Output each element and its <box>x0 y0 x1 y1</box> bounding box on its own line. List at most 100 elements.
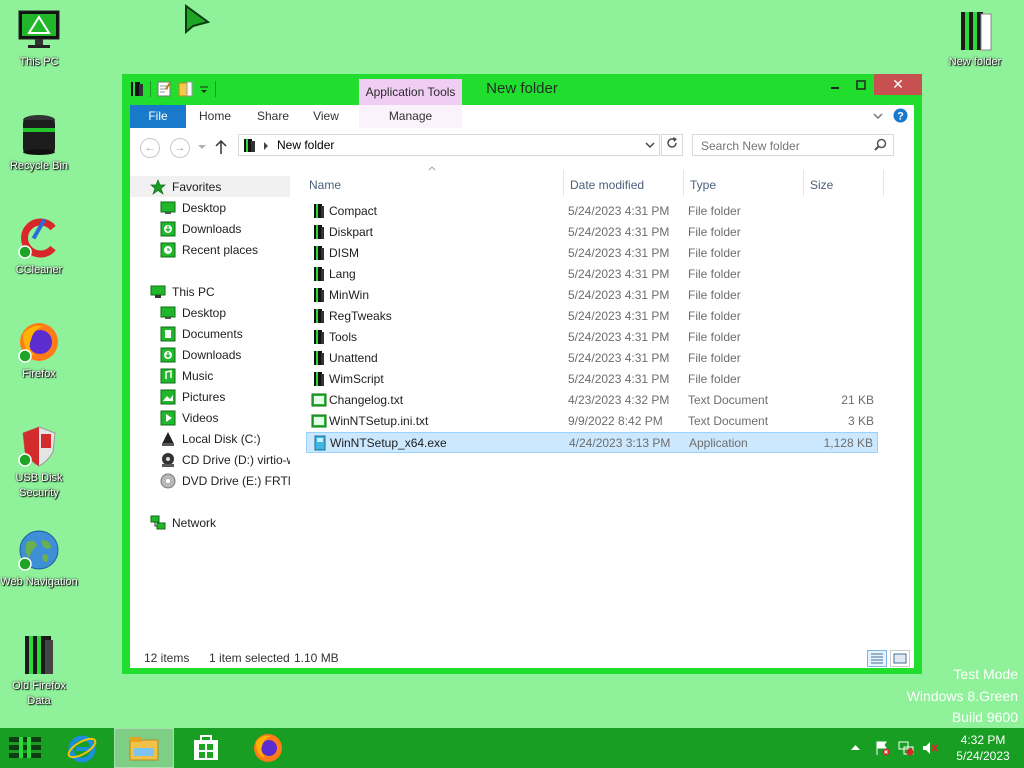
desktop-icon-firefox[interactable]: Firefox <box>0 320 78 382</box>
desktop-icon-ccleaner[interactable]: CCleaner <box>0 216 78 278</box>
desktop-icon-label: Old Firefox Data <box>12 680 66 707</box>
taskbar-internet-explorer[interactable] <box>52 728 112 768</box>
nav-label: Local Disk (C:) <box>182 431 261 446</box>
desktop-icon-new-folder[interactable]: New folder <box>936 8 1014 70</box>
file-row[interactable]: Lang 5/24/2023 4:31 PM File folder <box>306 264 878 285</box>
taskbar-file-explorer[interactable] <box>114 728 174 768</box>
nav-pc-desktop[interactable]: Desktop <box>130 302 290 323</box>
search-input[interactable] <box>699 137 873 155</box>
folder-icon <box>311 203 327 219</box>
desktop-icon-old-firefox-data[interactable]: Old Firefox Data <box>0 632 78 709</box>
address-toolbar: ← → New folder <box>130 128 914 166</box>
file-row[interactable]: Compact 5/24/2023 4:31 PM File folder <box>306 201 878 222</box>
nav-pc-dvd-drive[interactable]: DVD Drive (E:) FRTM <box>130 470 290 491</box>
folder-icon <box>25 636 53 674</box>
address-bar[interactable]: New folder <box>238 134 660 156</box>
file-date-modified: 5/24/2023 4:31 PM <box>568 309 670 323</box>
column-header-date[interactable]: Date modified <box>570 178 644 192</box>
file-date-modified: 5/24/2023 4:31 PM <box>568 351 670 365</box>
taskbar-store[interactable] <box>176 728 236 768</box>
nav-pc-cd-drive[interactable]: CD Drive (D:) virtio-w <box>130 449 290 470</box>
desktop-icon-this-pc[interactable]: This PC <box>0 8 78 70</box>
tab-view[interactable]: View <box>304 105 348 128</box>
clock-time: 4:32 PM <box>960 733 1006 747</box>
nav-pc-documents[interactable]: Documents <box>130 323 290 344</box>
file-row[interactable]: MinWin 5/24/2023 4:31 PM File folder <box>306 285 878 306</box>
explorer-content: Favorites Desktop Downloads Recent place… <box>130 166 914 650</box>
file-row[interactable]: Changelog.txt 4/23/2023 4:32 PM Text Docum… <box>306 390 878 411</box>
desktop-icon-label: New folder <box>948 56 1002 68</box>
file-row[interactable]: WinNTSetup.ini.txt 9/9/2022 8:42 PM Text D… <box>306 411 878 432</box>
nav-favorites[interactable]: Favorites <box>130 176 290 197</box>
taskbar-firefox[interactable] <box>238 728 298 768</box>
file-row[interactable]: DISM 5/24/2023 4:31 PM File folder <box>306 243 878 264</box>
desktop-icon-usb-disk-security[interactable]: USB Disk Security <box>0 424 78 501</box>
nav-favorites-recent-places[interactable]: Recent places <box>130 239 290 260</box>
nav-pc-downloads[interactable]: Downloads <box>130 344 290 365</box>
nav-favorites-desktop[interactable]: Desktop <box>130 197 290 218</box>
back-button[interactable]: ← <box>140 138 160 158</box>
network-status-icon[interactable] <box>898 740 914 756</box>
nav-pc-local-disk[interactable]: Local Disk (C:) <box>130 428 290 449</box>
file-row[interactable]: Unattend 5/24/2023 4:31 PM File folder <box>306 348 878 369</box>
nav-this-pc[interactable]: This PC <box>130 281 290 302</box>
file-row[interactable]: WimScript 5/24/2023 4:31 PM File folder <box>306 369 878 390</box>
expand-ribbon-icon[interactable] <box>873 112 883 120</box>
column-divider[interactable] <box>803 170 804 196</box>
file-list[interactable]: Name Date modified Type Size Compact 5/24… <box>298 166 914 650</box>
column-header-type[interactable]: Type <box>690 178 716 192</box>
column-divider[interactable] <box>563 170 564 196</box>
file-name: Compact <box>329 204 378 218</box>
nav-network[interactable]: Network <box>130 512 290 533</box>
nav-pc-pictures[interactable]: Pictures <box>130 386 290 407</box>
file-name: Tools <box>329 330 358 344</box>
show-hidden-icons-chevron-icon[interactable] <box>851 745 860 751</box>
refresh-button[interactable] <box>661 134 683 156</box>
volume-muted-icon[interactable] <box>922 740 938 756</box>
file-row[interactable]: Diskpart 5/24/2023 4:31 PM File folder <box>306 222 878 243</box>
nav-pc-videos[interactable]: Videos <box>130 407 290 428</box>
breadcrumb-chevron-icon[interactable] <box>263 142 269 150</box>
search-icon[interactable] <box>874 138 887 151</box>
nav-pc-music[interactable]: Music <box>130 365 290 386</box>
minimize-button[interactable] <box>822 74 848 95</box>
title-bar[interactable]: Application Tools New folder ✕ <box>122 74 922 105</box>
column-header-size[interactable]: Size <box>810 178 833 192</box>
maximize-button[interactable] <box>848 74 874 95</box>
desktop-icon-web-navigation[interactable]: Web Navigation <box>0 528 78 590</box>
nav-favorites-downloads[interactable]: Downloads <box>130 218 290 239</box>
close-button[interactable]: ✕ <box>874 74 922 95</box>
nav-label: CD Drive (D:) virtio-w <box>182 452 290 467</box>
details-view-button[interactable] <box>867 650 887 667</box>
file-row[interactable]: WinNTSetup_x64.exe 4/24/2023 3:13 PM Appli… <box>306 432 878 453</box>
taskbar-clock[interactable]: 4:32 PM 5/24/2023 <box>942 732 1024 764</box>
up-arrow-icon[interactable] <box>214 139 228 155</box>
desktop-icon-recycle-bin[interactable]: Recycle Bin <box>0 112 78 174</box>
recent-locations-icon[interactable] <box>198 144 206 150</box>
tab-share[interactable]: Share <box>248 105 298 128</box>
new-folder-icon[interactable] <box>178 81 193 97</box>
column-divider[interactable] <box>883 170 884 196</box>
start-button[interactable] <box>0 728 50 768</box>
action-center-flag-icon[interactable] <box>874 740 890 756</box>
chevron-down-icon[interactable] <box>645 142 655 149</box>
app-folder-icon[interactable] <box>130 81 144 97</box>
file-row[interactable]: RegTweaks 5/24/2023 4:31 PM File folder <box>306 306 878 327</box>
tab-home[interactable]: Home <box>190 105 240 128</box>
column-divider[interactable] <box>683 170 684 196</box>
help-icon[interactable]: ? <box>893 108 908 123</box>
tab-manage[interactable]: Manage <box>359 105 462 128</box>
properties-icon[interactable] <box>157 81 172 97</box>
file-row[interactable]: Tools 5/24/2023 4:31 PM File folder <box>306 327 878 348</box>
search-box[interactable] <box>692 134 894 156</box>
navigation-pane[interactable]: Favorites Desktop Downloads Recent place… <box>130 174 290 644</box>
customize-toolbar-icon[interactable] <box>199 81 209 97</box>
file-name: Diskpart <box>329 225 374 239</box>
file-date-modified: 5/24/2023 4:31 PM <box>568 204 670 218</box>
tab-file[interactable]: File <box>130 105 186 128</box>
dvd-drive-icon <box>160 473 176 488</box>
forward-button[interactable]: → <box>170 138 190 158</box>
breadcrumb[interactable]: New folder <box>277 138 334 152</box>
qat-separator <box>150 81 151 97</box>
column-header-name[interactable]: Name <box>309 178 341 192</box>
